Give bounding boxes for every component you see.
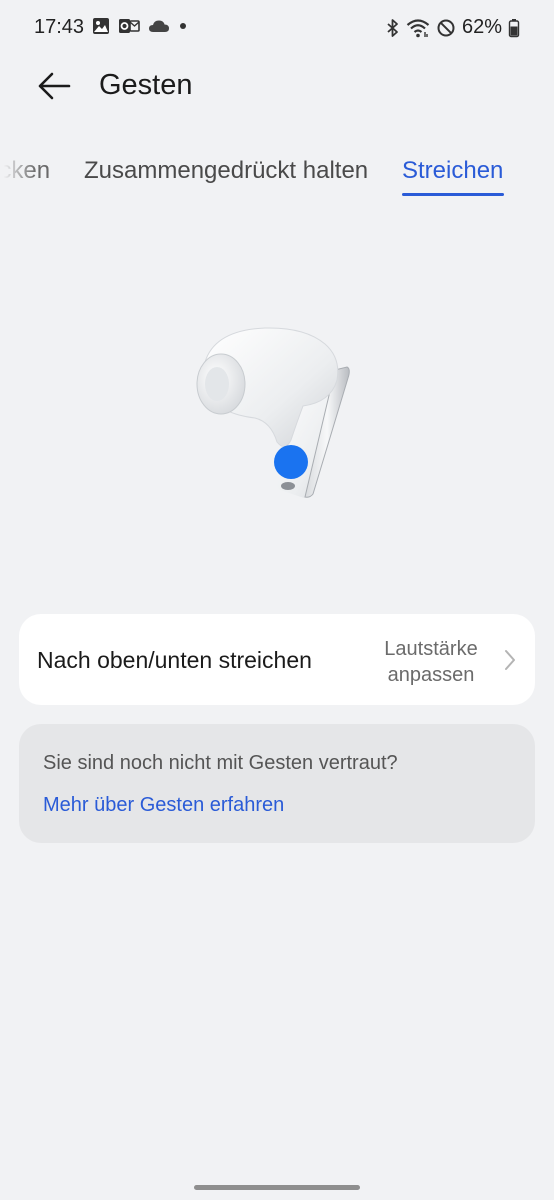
gesture-value: Lautstärke anpassen	[376, 636, 486, 688]
help-text: Sie sind noch nicht mit Gesten vertraut?	[43, 752, 398, 774]
tab-zusammengedrueckt-halten[interactable]: Zusammengedrückt halten	[84, 157, 368, 185]
battery-percent: 62%	[461, 16, 502, 38]
home-indicator[interactable]	[194, 1185, 360, 1190]
dot-icon	[180, 23, 186, 29]
do-not-disturb-icon	[437, 19, 455, 36]
app-header: Gesten	[0, 56, 554, 118]
gesture-value-line1: Lautstärke	[384, 638, 478, 660]
tab-streichen[interactable]: Streichen	[402, 157, 503, 185]
swipe-gesture-setting[interactable]: Nach oben/unten streichen Lautstärke anp…	[19, 614, 535, 705]
tabs-fade	[0, 150, 36, 200]
gallery-icon	[93, 18, 109, 34]
gesture-help-card: Sie sind noch nicht mit Gesten vertraut?…	[19, 724, 535, 843]
page-title: Gesten	[99, 69, 193, 101]
touch-indicator	[274, 445, 308, 479]
chevron-right-icon	[505, 650, 515, 670]
gesture-value-line2: anpassen	[387, 664, 475, 686]
gesture-tabs: ücken Zusammengedrückt halten Streichen	[0, 150, 554, 200]
learn-more-link[interactable]: Mehr über Gesten erfahren	[43, 794, 284, 817]
battery-icon	[508, 18, 520, 37]
status-bar: 17:43 62%	[0, 0, 554, 56]
system-icons: 62%	[386, 16, 520, 39]
active-tab-indicator	[402, 193, 504, 196]
gesture-label: Nach oben/unten streichen	[37, 647, 312, 673]
back-button[interactable]	[30, 66, 78, 106]
bluetooth-icon	[387, 18, 398, 37]
earbud-illustration	[185, 322, 365, 507]
arrow-left-icon	[38, 72, 71, 100]
outlook-icon	[119, 19, 140, 33]
notification-icons	[92, 17, 188, 35]
gestures-screen: 17:43 62% Gesten Zusammengedrückt halten…	[0, 0, 554, 1200]
wifi-icon	[406, 18, 430, 37]
cloud-icon	[149, 20, 169, 32]
status-time: 17:43	[34, 16, 85, 38]
